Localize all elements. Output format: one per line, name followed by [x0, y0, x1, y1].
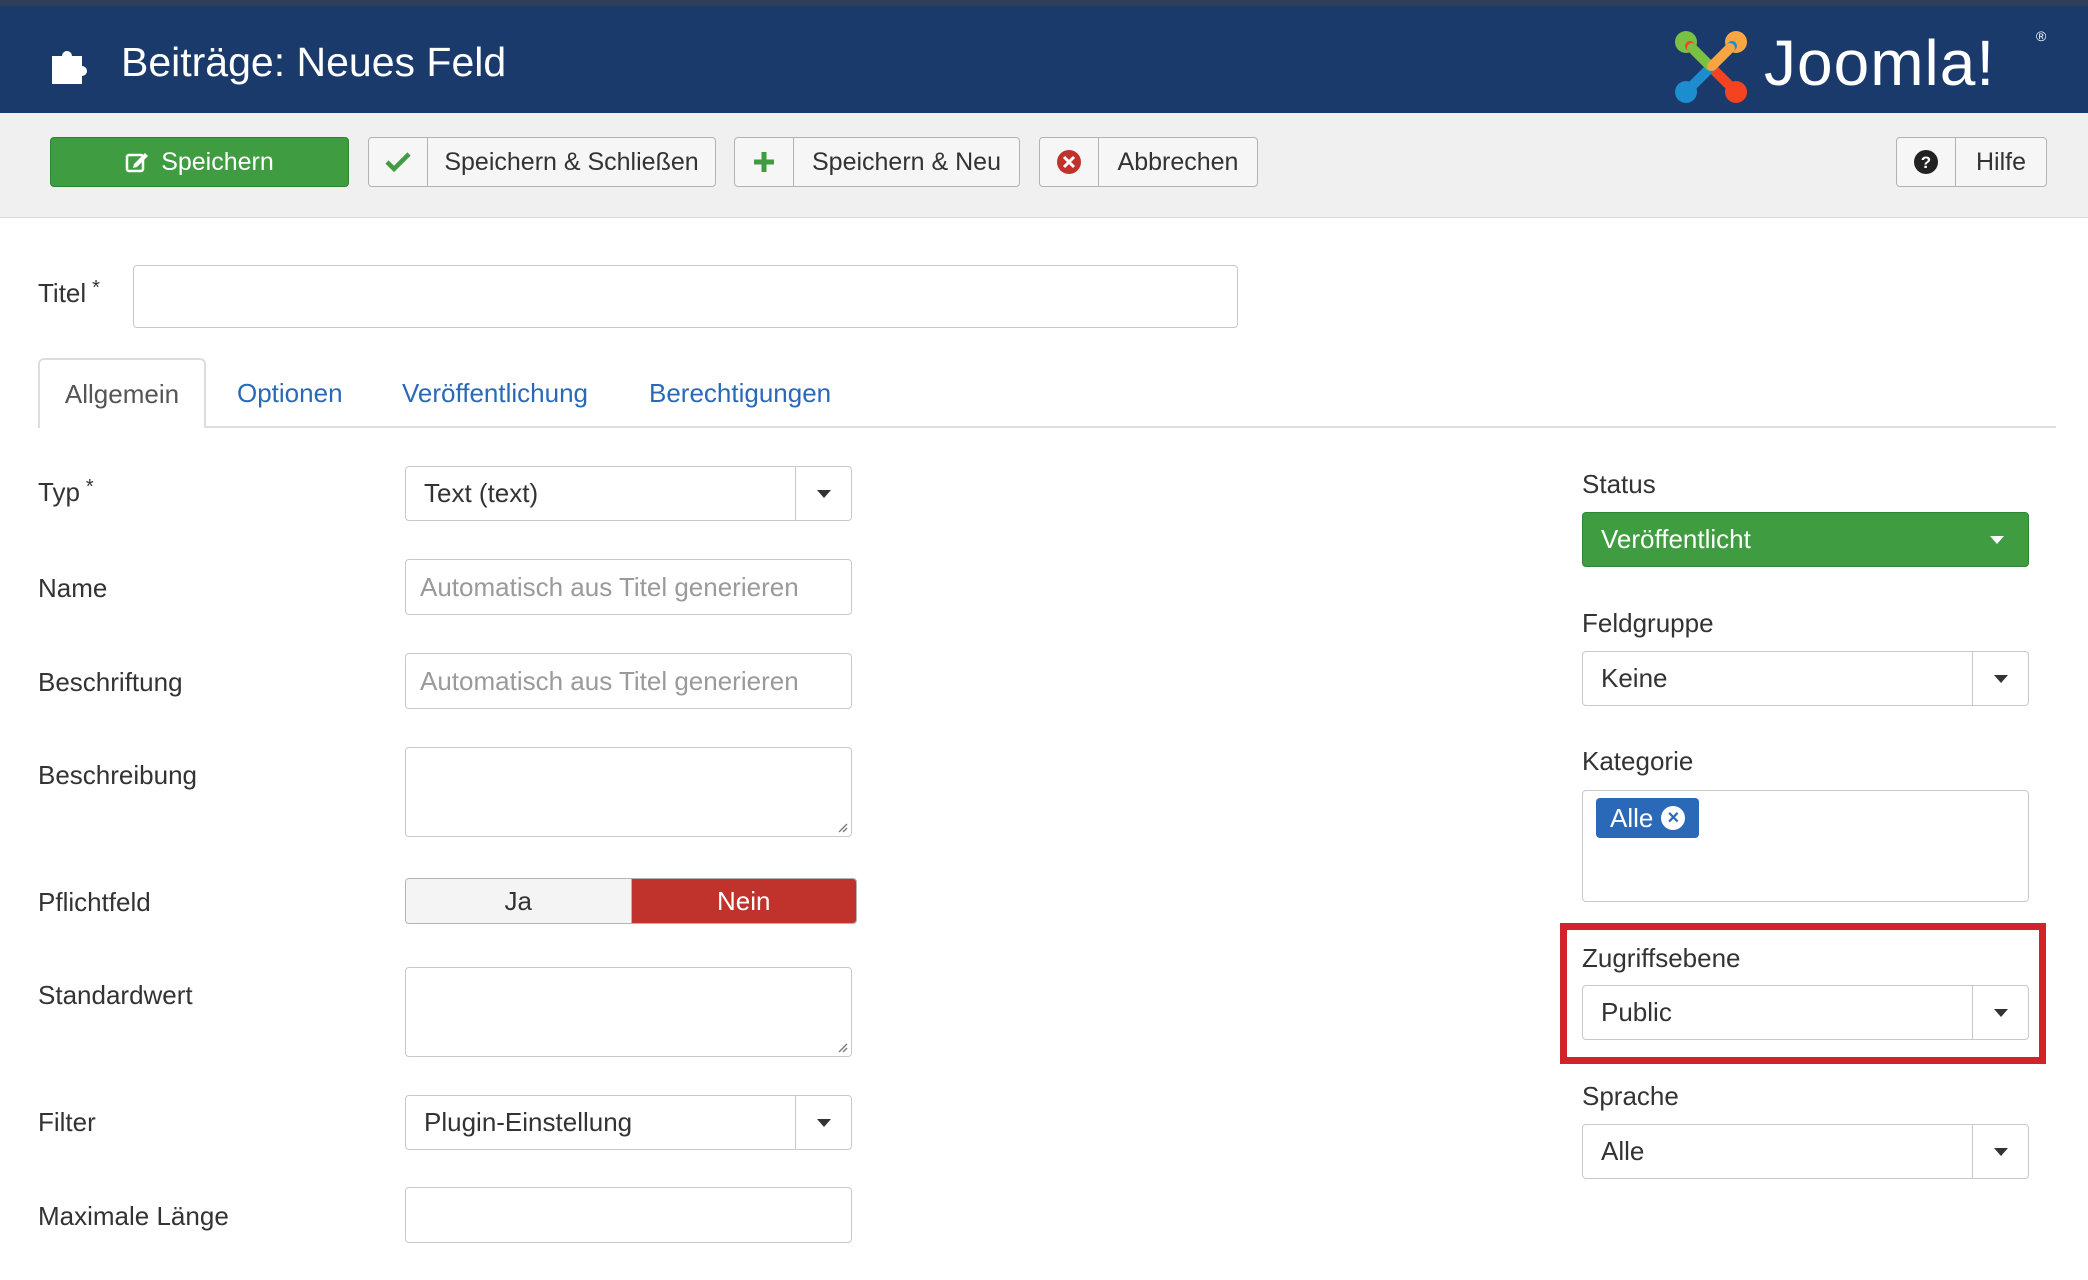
tab-allgemein[interactable]: Allgemein [38, 358, 206, 428]
tabs-divider [38, 426, 2056, 428]
chevron-down-icon [1990, 535, 2004, 544]
beschriftung-label: Beschriftung [38, 667, 183, 697]
remove-chip-icon[interactable]: × [1661, 806, 1686, 830]
filter-select-value: Plugin-Einstellung [424, 1107, 633, 1137]
name-input[interactable]: Automatisch aus Titel generieren [405, 559, 852, 615]
required-mark: * [92, 277, 100, 299]
maximale-laenge-input[interactable] [405, 1187, 852, 1243]
save-new-button[interactable]: Speichern & Neu [734, 137, 1020, 187]
feldgruppe-select[interactable]: Keine [1582, 651, 2029, 706]
cancel-icon-wrap [1040, 138, 1099, 186]
status-select[interactable]: Veröffentlicht [1582, 512, 2029, 567]
feldgruppe-select-value: Keine [1601, 663, 1668, 693]
sprache-label: Sprache [1582, 1081, 1679, 1111]
logo-wordmark: Joomla! [1764, 27, 1996, 99]
filter-select[interactable]: Plugin-Einstellung [405, 1095, 852, 1150]
pflichtfeld-no-option[interactable]: Nein [631, 879, 856, 923]
zugriffsebene-select[interactable]: Public [1582, 985, 2029, 1040]
maximale-laenge-label: Maximale Länge [38, 1201, 229, 1231]
svg-text:?: ? [1921, 153, 1931, 172]
feldgruppe-label: Feldgruppe [1582, 608, 1714, 638]
kategorie-multiselect[interactable]: Alle × [1582, 790, 2029, 902]
pflichtfeld-label: Pflichtfeld [38, 887, 151, 917]
status-label: Status [1582, 469, 1656, 499]
kategorie-chip: Alle × [1596, 798, 1700, 838]
chevron-down-icon [1972, 1125, 2028, 1178]
puzzle-icon [52, 51, 87, 84]
zugriffsebene-select-value: Public [1601, 997, 1672, 1027]
edit-icon [125, 153, 149, 173]
app-header: Beiträge: Neues Feld Joomla! ® [0, 6, 2088, 113]
joomla-logo[interactable]: Joomla! ® [1672, 24, 2052, 106]
kategorie-label: Kategorie [1582, 746, 1694, 776]
toolbar: Speichern Speichern & Schließen Speicher… [0, 113, 2088, 218]
beschriftung-input[interactable]: Automatisch aus Titel generieren [405, 653, 852, 709]
tab-berechtigungen[interactable]: Berechtigungen [649, 378, 831, 409]
typ-select-value: Text (text) [424, 478, 539, 508]
beschreibung-label: Beschreibung [38, 760, 197, 790]
typ-label: Typ * [38, 476, 94, 508]
tab-optionen[interactable]: Optionen [237, 378, 343, 409]
question-icon: ? [1914, 150, 1938, 174]
typ-select[interactable]: Text (text) [405, 466, 852, 521]
question-icon-wrap: ? [1897, 138, 1956, 186]
plus-icon [754, 152, 774, 172]
title-label: Titel * [38, 277, 100, 309]
typ-label-text: Typ [38, 477, 80, 507]
sprache-select[interactable]: Alle [1582, 1124, 2029, 1179]
title-input[interactable] [133, 265, 1238, 328]
kategorie-chip-label: Alle [1610, 802, 1654, 833]
cancel-label: Abbrechen [1117, 147, 1239, 176]
sprache-select-value: Alle [1601, 1136, 1645, 1166]
page-title: Beiträge: Neues Feld [121, 39, 507, 85]
chevron-down-icon [1972, 652, 2028, 705]
chevron-down-icon [795, 1096, 851, 1149]
chevron-down-icon [795, 467, 851, 520]
check-icon-wrap [369, 138, 428, 186]
status-select-value: Veröffentlicht [1601, 524, 1751, 554]
title-label-text: Titel [38, 278, 87, 308]
save-close-button[interactable]: Speichern & Schließen [368, 137, 716, 187]
resize-grip-icon[interactable] [836, 1041, 848, 1053]
cancel-button[interactable]: Abbrechen [1039, 137, 1258, 187]
help-label: Hilfe [1975, 147, 2026, 176]
standardwert-label: Standardwert [38, 980, 193, 1010]
check-icon [385, 152, 411, 173]
save-close-label: Speichern & Schließen [444, 147, 699, 176]
resize-grip-icon[interactable] [836, 821, 848, 833]
required-mark: * [85, 476, 94, 498]
name-label: Name [38, 573, 108, 603]
standardwert-textarea[interactable] [405, 967, 852, 1057]
help-button[interactable]: ? Hilfe [1896, 137, 2047, 187]
logo-registered-mark: ® [2036, 28, 2047, 44]
save-button-label: Speichern [161, 147, 274, 176]
joomla-logo-icon [1675, 31, 1747, 103]
pflichtfeld-yes-option[interactable]: Ja [406, 879, 632, 923]
cancel-icon [1057, 150, 1081, 174]
zugriffsebene-label: Zugriffsebene [1582, 943, 1741, 973]
chevron-down-icon [1972, 986, 2028, 1039]
plus-icon-wrap [735, 138, 794, 186]
filter-label: Filter [38, 1107, 96, 1137]
tab-veroeffentlichung[interactable]: Veröffentlichung [402, 378, 588, 409]
beschreibung-textarea[interactable] [405, 747, 852, 837]
save-button[interactable]: Speichern [50, 137, 349, 187]
save-new-label: Speichern & Neu [811, 147, 1001, 176]
pflichtfeld-toggle: Ja Nein [405, 878, 857, 924]
